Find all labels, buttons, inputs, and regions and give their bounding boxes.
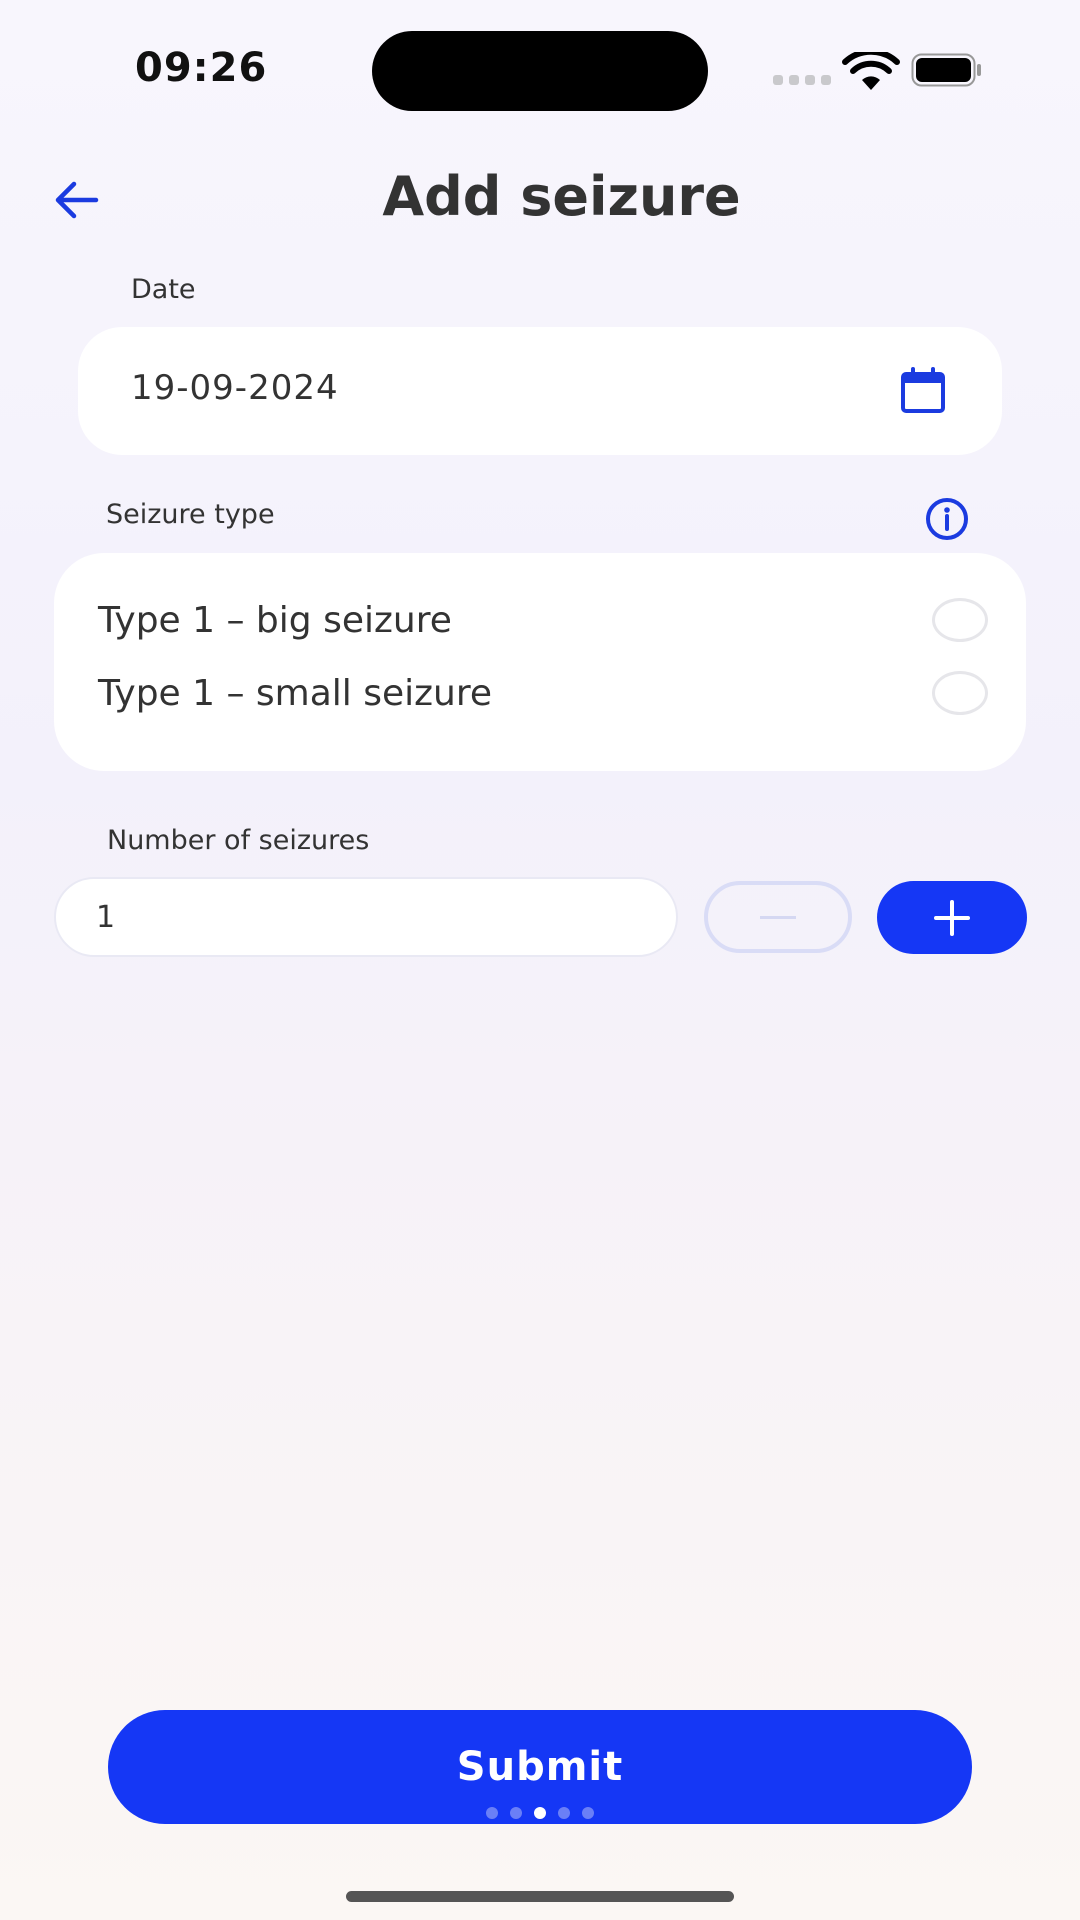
option-label: Type 1 – small seizure — [98, 672, 493, 714]
seizure-type-card — [54, 553, 1026, 771]
date-value: 19-09-2024 — [131, 368, 339, 408]
dynamic-island — [372, 31, 708, 111]
page-dot — [582, 1807, 594, 1819]
battery-icon — [911, 53, 981, 87]
radio-button[interactable] — [932, 671, 988, 715]
info-icon — [926, 498, 968, 540]
page-dot-active — [534, 1807, 546, 1819]
number-of-seizures-label: Number of seizures — [107, 825, 370, 856]
decrement-button[interactable] — [704, 881, 852, 953]
increment-button[interactable] — [877, 881, 1027, 954]
seizure-type-label: Seizure type — [106, 499, 275, 530]
page-dot — [558, 1807, 570, 1819]
radio-button[interactable] — [932, 598, 988, 642]
option-label: Type 1 – big seizure — [98, 599, 452, 641]
page-dot — [510, 1807, 522, 1819]
page-dot — [486, 1807, 498, 1819]
info-button[interactable] — [922, 498, 972, 540]
home-indicator — [346, 1891, 734, 1902]
submit-label: Submit — [456, 1744, 624, 1790]
page-title: Add seizure — [382, 165, 741, 228]
number-of-seizures-input[interactable]: 1 — [54, 877, 678, 957]
cellular-signal-icon — [773, 75, 831, 85]
date-label: Date — [131, 274, 196, 305]
plus-icon — [934, 899, 970, 936]
wifi-icon — [842, 52, 900, 90]
seizure-type-option-small[interactable]: Type 1 – small seizure — [98, 663, 988, 723]
minus-icon — [760, 915, 796, 919]
page-indicator — [486, 1807, 594, 1819]
calendar-icon — [901, 367, 945, 413]
seizure-type-option-big[interactable]: Type 1 – big seizure — [98, 590, 988, 650]
status-time: 09:26 — [135, 45, 268, 91]
calendar-button[interactable] — [898, 366, 948, 416]
